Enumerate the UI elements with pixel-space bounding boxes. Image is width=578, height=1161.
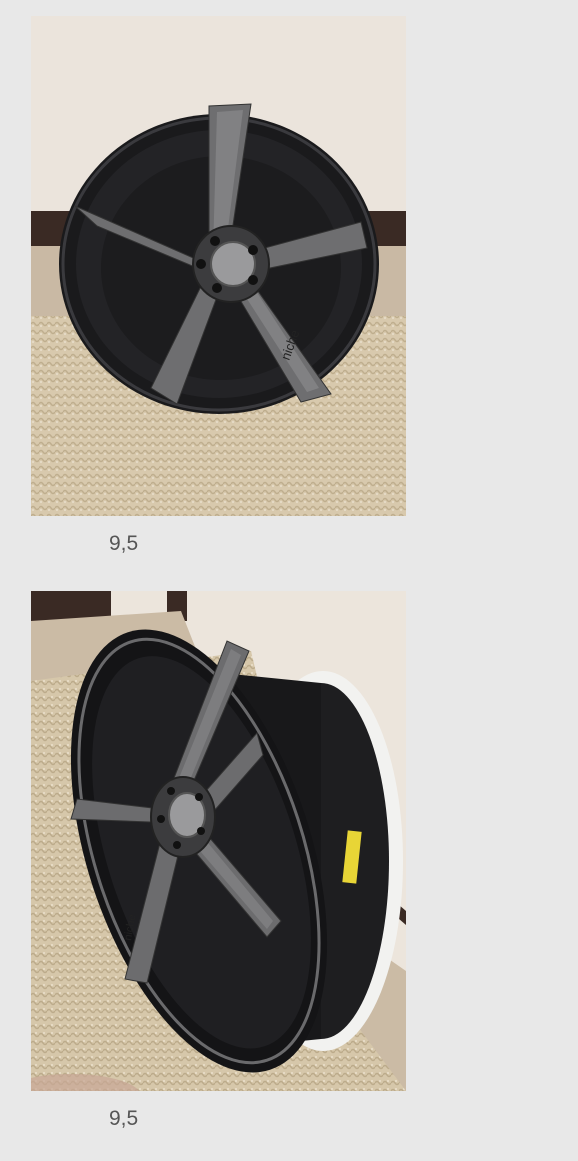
photo-caption-2: 9,5 bbox=[109, 1107, 139, 1130]
product-photo-2[interactable]: niche bbox=[31, 591, 406, 1091]
wheel-angled-image: niche bbox=[31, 591, 406, 1091]
product-photo-1[interactable]: niche bbox=[31, 16, 406, 516]
photo-caption-1: 9,5 bbox=[109, 532, 139, 555]
wheel-front-image: niche bbox=[31, 16, 406, 516]
